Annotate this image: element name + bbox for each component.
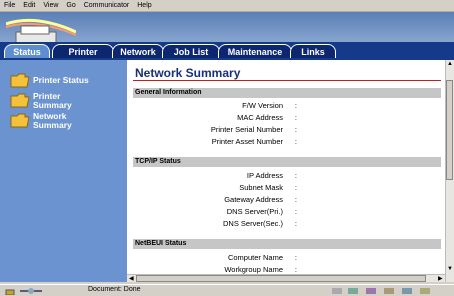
scroll-right-icon[interactable]: ▶ — [438, 275, 443, 282]
folder-icon — [10, 93, 30, 108]
section-header: TCP/IP Status — [133, 157, 441, 167]
status-text: Document: Done — [88, 286, 141, 293]
menu-view[interactable]: View — [43, 2, 58, 9]
folder-icon — [10, 113, 30, 128]
title-divider — [133, 80, 441, 81]
section-header: General Information — [133, 88, 441, 98]
field-label: DNS Server(Pri.): — [226, 207, 297, 216]
menu-bar: File Edit View Go Communicator Help — [0, 0, 454, 12]
sidebar-item-network-summary[interactable]: Network Summary — [10, 112, 93, 130]
connection-icon — [20, 288, 42, 294]
scroll-left-icon[interactable]: ◀ — [129, 275, 134, 282]
field-label: Subnet Mask: — [239, 183, 297, 192]
field-label: DNS Server(Sec.): — [222, 219, 297, 228]
field-label: MAC Address: — [237, 113, 297, 122]
vertical-scroll-thumb[interactable] — [446, 80, 453, 180]
page-title: Network Summary — [135, 66, 241, 80]
sidebar-item-label: Printer Status — [33, 75, 89, 85]
field-label: Gateway Address: — [224, 195, 297, 204]
tab-job-list[interactable]: Job List — [162, 44, 220, 58]
folder-icon — [10, 73, 30, 88]
component-bar-icon — [332, 288, 430, 294]
field-label: Printer Asset Number: — [211, 137, 297, 146]
menu-help[interactable]: Help — [137, 2, 151, 9]
scroll-down-icon[interactable]: ▼ — [447, 266, 453, 272]
field-label: Computer Name: — [227, 253, 297, 262]
menu-communicator[interactable]: Communicator — [84, 2, 130, 9]
sidebar-item-printer-summary[interactable]: Printer Summary — [10, 92, 93, 110]
menu-file[interactable]: File — [4, 2, 15, 9]
menu-go[interactable]: Go — [66, 2, 75, 9]
field-label: F/W Version: — [242, 101, 297, 110]
sidebar-item-printer-status[interactable]: Printer Status — [10, 72, 89, 88]
status-bar: Document: Done — [0, 284, 454, 296]
sidebar-item-label: Network Summary — [33, 111, 72, 130]
sidebar-item-label: Printer Summary — [33, 91, 72, 110]
field-label: IP Address: — [246, 171, 297, 180]
main-content: Network Summary General Information F/W … — [127, 60, 445, 282]
tab-printer[interactable]: Printer — [52, 44, 114, 58]
security-lock-icon — [5, 289, 15, 295]
tab-status[interactable]: Status — [4, 44, 50, 58]
menu-edit[interactable]: Edit — [23, 2, 35, 9]
scroll-up-icon[interactable]: ▲ — [447, 61, 453, 67]
horizontal-scroll-thumb[interactable] — [136, 275, 426, 282]
section-header: NetBEUI Status — [133, 239, 441, 249]
tab-links[interactable]: Links — [290, 44, 336, 58]
tab-network[interactable]: Network — [112, 44, 164, 58]
field-label: Printer Serial Number: — [210, 125, 297, 134]
tab-maintenance[interactable]: Maintenance — [218, 44, 292, 58]
